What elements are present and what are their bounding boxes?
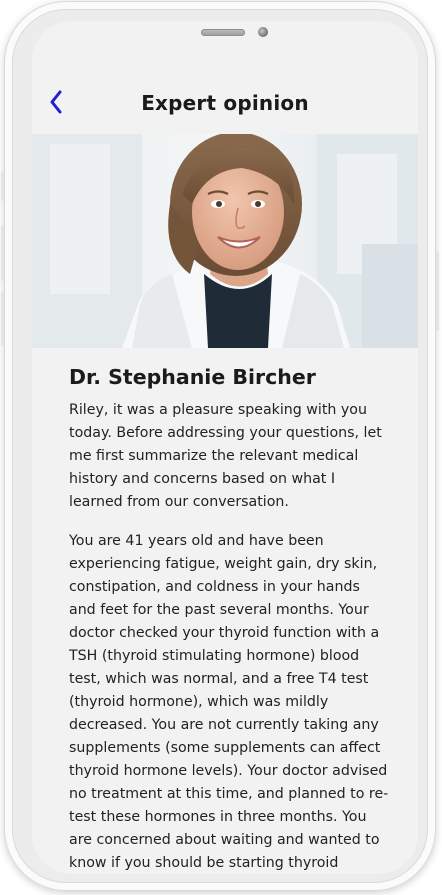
phone-side-button bbox=[1, 226, 4, 281]
expert-opinion-body: Dr. Stephanie Bircher Riley, it was a pl… bbox=[69, 365, 391, 874]
phone-power-button bbox=[436, 251, 439, 331]
phone-side-button bbox=[1, 171, 4, 201]
page-title: Expert opinion bbox=[141, 91, 309, 115]
expert-name: Dr. Stephanie Bircher bbox=[69, 365, 316, 389]
phone-side-button bbox=[1, 291, 4, 346]
app-header: Expert opinion bbox=[32, 76, 418, 136]
opinion-paragraph: Riley, it was a pleasure speaking with y… bbox=[69, 402, 382, 510]
screen: Expert opinion Dr. Stephanie Bircher Ril… bbox=[32, 21, 418, 874]
doctor-photo bbox=[32, 134, 418, 348]
front-camera bbox=[258, 27, 268, 37]
phone-frame: Expert opinion Dr. Stephanie Bircher Ril… bbox=[1, 1, 439, 891]
speaker-grille bbox=[201, 29, 245, 36]
opinion-paragraph: You are 41 years old and have been exper… bbox=[69, 533, 389, 871]
